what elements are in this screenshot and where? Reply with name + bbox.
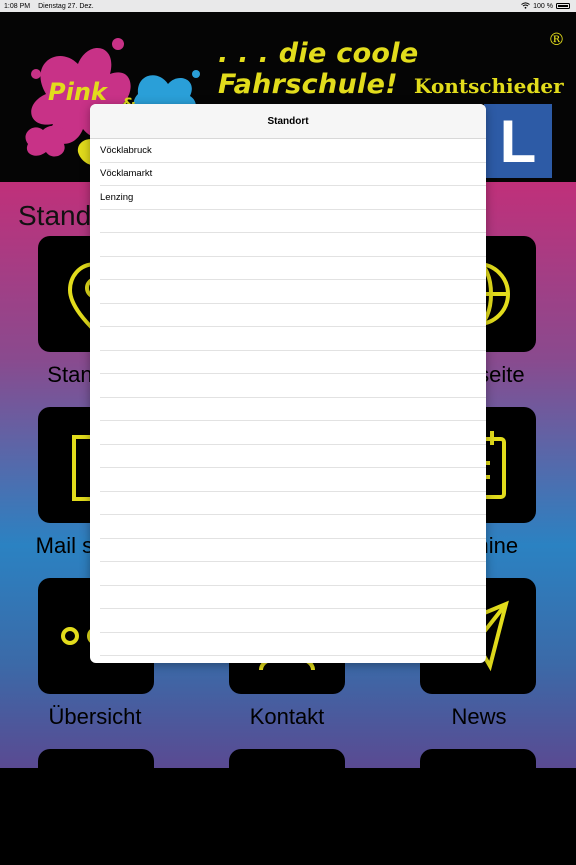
modal-title: Standort [267,115,309,127]
empty-row [100,398,486,421]
wifi-icon [521,1,530,11]
empty-row [100,210,486,233]
tile-row4-center[interactable] [229,749,345,865]
battery-icon [556,3,570,9]
empty-row [100,374,486,398]
empty-row [100,609,486,633]
modal-header: Standort [90,104,486,139]
empty-row [100,280,486,304]
location-option-label: Vöcklabruck [100,144,152,156]
empty-row [100,492,486,515]
empty-row [100,586,486,609]
empty-row [100,633,486,656]
location-option-lenzing[interactable]: Lenzing [100,186,486,210]
location-option-voecklamarkt[interactable]: Vöcklamarkt [100,163,486,186]
battery-percent: 100 % [533,2,553,10]
registered-mark: ® [548,30,565,50]
empty-row [100,539,486,562]
tile-row4-left[interactable] [38,749,154,865]
empty-row [100,515,486,539]
empty-row [100,304,486,327]
empty-row [100,351,486,374]
empty-row [100,257,486,280]
learner-sign-letter: L [499,107,537,175]
empty-row [100,562,486,586]
tile-row4-right[interactable] [420,749,536,865]
status-bar: 1:08 PM Dienstag 27. Dez. 100 % [0,0,576,12]
status-time: 1:08 PM [4,2,31,10]
location-option-label: Vöcklamarkt [100,168,153,180]
tile-label-uebersicht: Übersicht [48,704,142,729]
empty-row [100,327,486,351]
brand-pink: Pink [48,78,107,106]
location-option-label: Lenzing [100,191,134,203]
status-right: 100 % [521,1,570,11]
empty-row [100,468,486,492]
tile-label-kontakt: Kontakt [249,704,325,729]
learner-sign: L [484,104,552,178]
empty-row [100,233,486,257]
brand-name: Kontschieder [414,74,564,98]
location-picker-modal: Standort Vöcklabruck Vöcklamarkt Lenzing [90,104,486,663]
location-option-voecklabruck[interactable]: Vöcklabruck [100,139,486,163]
location-list: Vöcklabruck Vöcklamarkt Lenzing [90,139,486,656]
empty-row [100,445,486,468]
empty-row [100,421,486,445]
status-date: Dienstag 27. Dez. [38,2,94,10]
tile-label-news: News [451,704,507,729]
